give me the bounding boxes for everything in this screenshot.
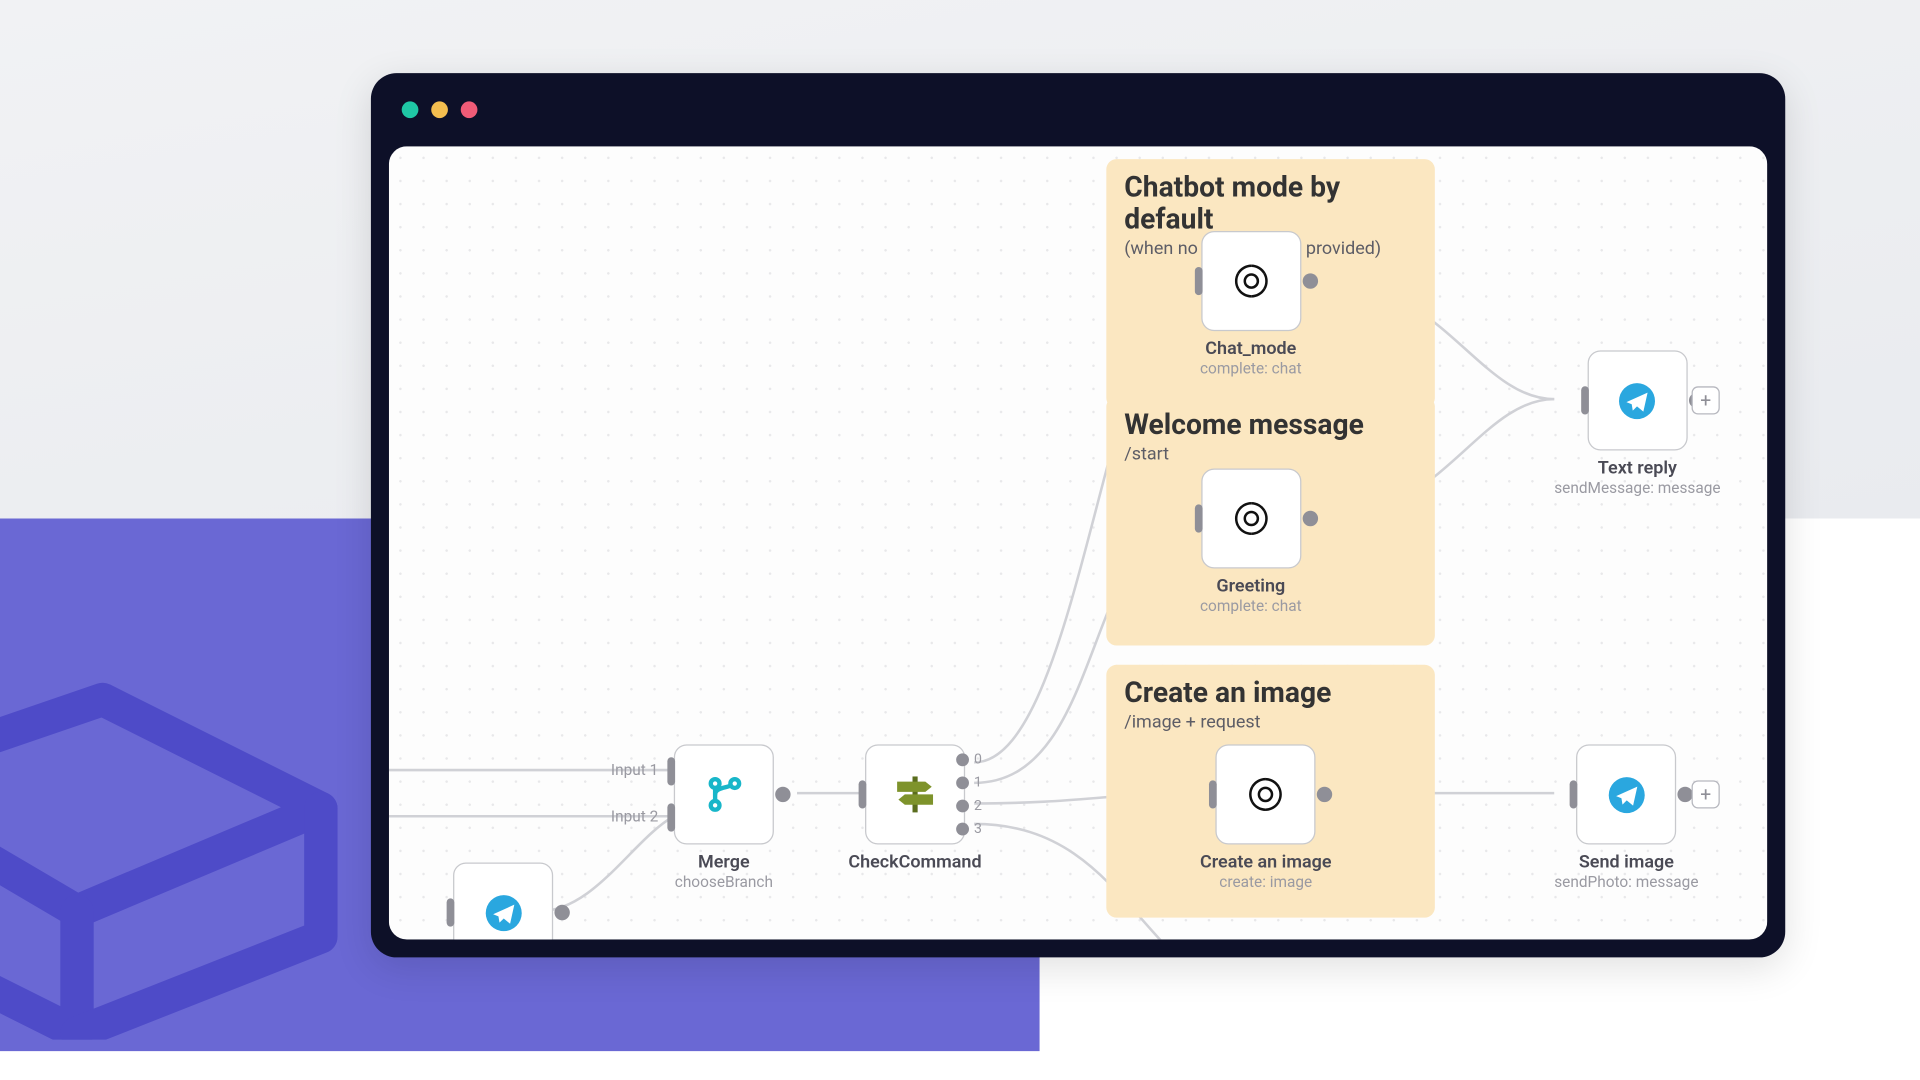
check-output-2: 2 [974,797,982,814]
group-title: Welcome message [1124,409,1417,441]
node-sublabel: complete: chat [1200,359,1302,377]
telegram-icon [1605,773,1647,815]
app-window: Chatbot mode by default (when no command… [371,73,1785,957]
workflow-canvas[interactable]: Chatbot mode by default (when no command… [389,146,1767,939]
node-sublabel: create: image [1219,873,1312,891]
node-sublabel: sendMessage: message [1554,479,1720,497]
traffic-light-max-icon[interactable] [461,101,478,118]
check-output-1: 1 [974,774,982,791]
group-title: Chatbot mode by default [1124,172,1417,236]
check-output-3: 3 [974,820,982,837]
node-label: Chat_mode [1205,339,1296,360]
openai-icon [1229,259,1273,303]
group-subtitle: /start [1124,444,1417,465]
node-telegram-trigger[interactable] [453,862,553,939]
node-greeting[interactable]: Greeting complete: chat [1200,468,1302,614]
telegram-icon [482,891,524,933]
add-connection-button[interactable]: + [1692,780,1720,808]
traffic-light-min-icon[interactable] [431,101,448,118]
node-label: Send image [1579,852,1674,873]
node-label: CheckCommand [848,852,981,873]
node-create-image[interactable]: Create an image create: image [1200,744,1332,890]
telegram-icon [1616,379,1658,421]
node-sublabel: sendPhoto: message [1554,873,1698,891]
node-check-command[interactable]: 0 1 2 3 CheckCommand [848,744,981,872]
signpost-icon [889,774,940,815]
node-sublabel: complete: chat [1200,597,1302,615]
add-connection-button[interactable]: + [1692,386,1720,414]
check-output-0: 0 [974,751,982,768]
group-subtitle: /image + request [1124,712,1417,733]
merge-input2-label: Input 2 [611,807,658,825]
branch-icon [702,773,746,817]
node-text-reply[interactable]: Text reply sendMessage: message [1554,350,1720,496]
node-label: Create an image [1200,852,1332,873]
node-label: Merge [698,852,750,873]
node-sublabel: chooseBranch [675,873,773,891]
cube-decoration [0,629,359,1040]
openai-icon [1244,773,1288,817]
merge-input1-label: Input 1 [611,761,658,779]
node-label: Greeting [1216,576,1285,597]
group-title: Create an image [1124,678,1417,710]
openai-icon [1229,497,1273,541]
node-label: Text reply [1598,458,1677,479]
node-merge[interactable]: Merge chooseBranch [674,744,774,890]
traffic-light-close-icon[interactable] [402,101,419,118]
node-send-image[interactable]: Send image sendPhoto: message [1554,744,1698,890]
window-titlebar [371,73,1785,146]
node-chat-mode[interactable]: Chat_mode complete: chat [1200,231,1302,377]
